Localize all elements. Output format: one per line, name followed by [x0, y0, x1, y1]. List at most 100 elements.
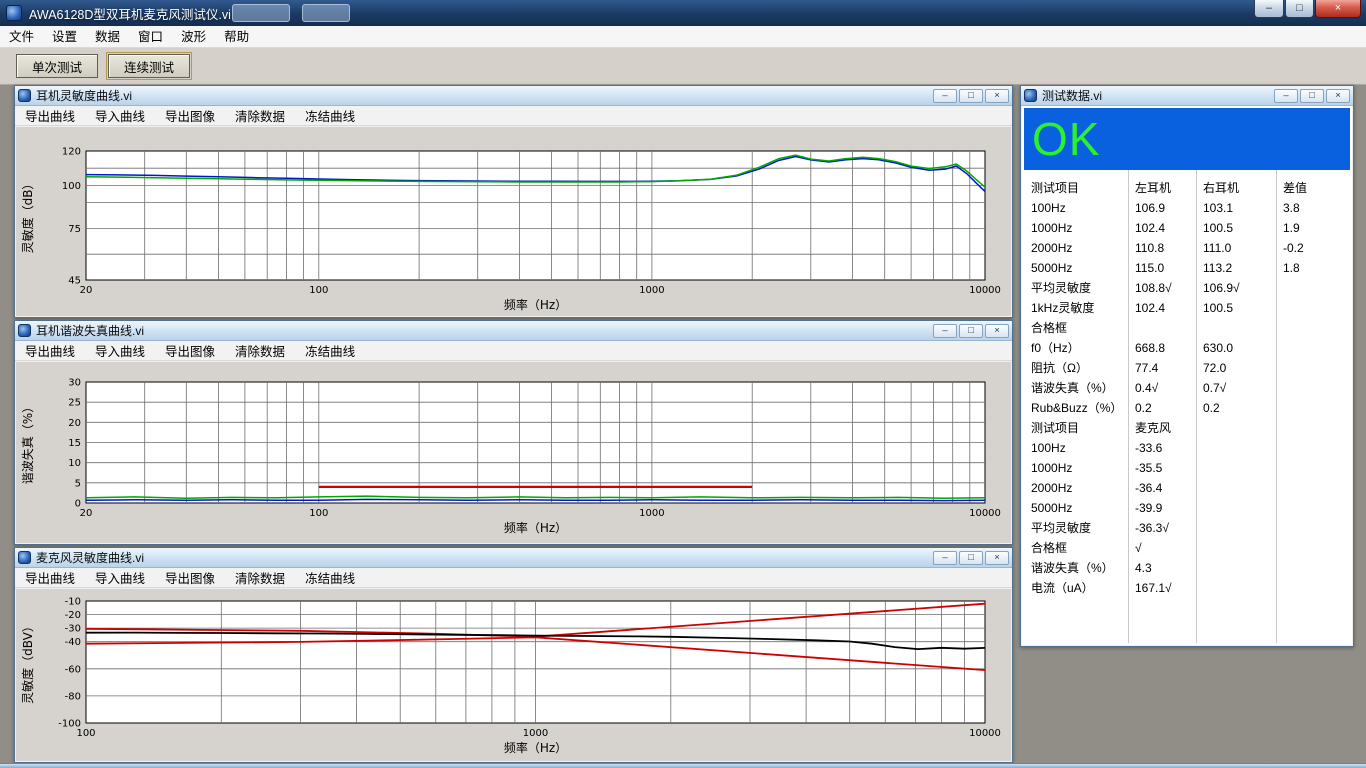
menu-export-image[interactable]: 导出图像	[155, 568, 225, 587]
table-cell: 合格框	[1024, 538, 1128, 558]
table-cell: 麦克风	[1128, 418, 1196, 438]
close-button[interactable]: ×	[1315, 0, 1361, 18]
menu-waveform[interactable]: 波形	[172, 26, 215, 48]
vi-icon	[18, 551, 31, 564]
table-row: 合格框√	[1024, 538, 1350, 558]
svg-text:频率（Hz）: 频率（Hz）	[504, 520, 567, 535]
table-row: Rub&Buzz（%）0.20.2	[1024, 398, 1350, 418]
menu-export-image[interactable]: 导出图像	[155, 106, 225, 125]
menu-export-curve[interactable]: 导出曲线	[15, 341, 85, 360]
table-cell	[1276, 418, 1350, 438]
menu-freeze-curve[interactable]: 冻结曲线	[295, 568, 365, 587]
svg-text:10: 10	[68, 458, 81, 469]
minimize-button[interactable]: –	[933, 551, 957, 565]
svg-text:120: 120	[62, 147, 81, 158]
table-cell: -36.3√	[1128, 518, 1196, 538]
menu-settings[interactable]: 设置	[43, 26, 86, 48]
window-titlebar[interactable]: 耳机灵敏度曲线.vi – □ ×	[15, 86, 1012, 106]
menu-clear-data[interactable]: 清除数据	[225, 568, 295, 587]
table-cell: 1000Hz	[1024, 458, 1128, 478]
table-row: 阻抗（Ω）77.472.0	[1024, 358, 1350, 378]
table-cell: 102.4	[1128, 218, 1196, 238]
table-header-cell: 差值	[1276, 178, 1350, 198]
table-row: 1kHz灵敏度102.4100.5	[1024, 298, 1350, 318]
application-window: AWA6128D型双耳机麦克风测试仪.vi – □ × 文件 设置 数据 窗口 …	[0, 0, 1366, 768]
menu-export-curve[interactable]: 导出曲线	[15, 106, 85, 125]
menu-file[interactable]: 文件	[0, 26, 43, 48]
table-cell	[1276, 478, 1350, 498]
table-cell: 0.2	[1196, 398, 1276, 418]
table-header-row: 测试项目左耳机右耳机差值	[1024, 178, 1350, 198]
window-titlebar[interactable]: 耳机谐波失真曲线.vi – □ ×	[15, 321, 1012, 341]
table-cell	[1276, 498, 1350, 518]
svg-text:-30: -30	[65, 624, 81, 635]
svg-text:75: 75	[68, 224, 81, 235]
svg-text:15: 15	[68, 438, 81, 449]
table-cell: 平均灵敏度	[1024, 518, 1128, 538]
table-cell: 5000Hz	[1024, 498, 1128, 518]
maximize-button[interactable]: □	[1285, 0, 1314, 18]
table-cell: 1000Hz	[1024, 218, 1128, 238]
table-cell: Rub&Buzz（%）	[1024, 398, 1128, 418]
menu-help[interactable]: 帮助	[215, 26, 258, 48]
maximize-button[interactable]: □	[1300, 89, 1324, 103]
microphone-sensitivity-chart: -10-20-30-40-60-80-100100100010000频率（Hz）…	[16, 589, 1011, 761]
menu-window[interactable]: 窗口	[129, 26, 172, 48]
window-titlebar[interactable]: 麦克风灵敏度曲线.vi – □ ×	[15, 548, 1012, 568]
table-cell	[1196, 418, 1276, 438]
menu-data[interactable]: 数据	[86, 26, 129, 48]
menu-clear-data[interactable]: 清除数据	[225, 341, 295, 360]
svg-text:100: 100	[309, 285, 328, 296]
vi-icon	[1024, 89, 1037, 102]
main-titlebar[interactable]: AWA6128D型双耳机麦克风测试仪.vi – □ ×	[0, 0, 1366, 26]
minimize-button[interactable]: –	[1274, 89, 1298, 103]
close-button[interactable]: ×	[985, 551, 1009, 565]
table-cell	[1196, 498, 1276, 518]
table-cell	[1196, 438, 1276, 458]
menu-freeze-curve[interactable]: 冻结曲线	[295, 341, 365, 360]
minimize-button[interactable]: –	[933, 89, 957, 103]
menu-import-curve[interactable]: 导入曲线	[85, 341, 155, 360]
close-button[interactable]: ×	[1326, 89, 1350, 103]
table-cell: 1.9	[1276, 218, 1350, 238]
menu-import-curve[interactable]: 导入曲线	[85, 106, 155, 125]
table-cell: 0.4√	[1128, 378, 1196, 398]
background-window-ghost	[302, 4, 350, 22]
vi-icon	[18, 324, 31, 337]
app-title: AWA6128D型双耳机麦克风测试仪.vi	[29, 4, 231, 23]
menu-export-curve[interactable]: 导出曲线	[15, 568, 85, 587]
svg-text:10000: 10000	[969, 728, 1001, 739]
svg-text:20: 20	[68, 418, 81, 429]
svg-text:1000: 1000	[523, 728, 548, 739]
table-row: 合格框	[1024, 318, 1350, 338]
table-cell: 110.8	[1128, 238, 1196, 258]
table-cell	[1276, 398, 1350, 418]
close-button[interactable]: ×	[985, 89, 1009, 103]
maximize-button[interactable]: □	[959, 551, 983, 565]
status-ok-text: OK	[1032, 116, 1100, 162]
close-button[interactable]: ×	[985, 324, 1009, 338]
chart-menubar: 导出曲线 导入曲线 导出图像 清除数据 冻结曲线	[15, 341, 1012, 361]
menu-import-curve[interactable]: 导入曲线	[85, 568, 155, 587]
menu-export-image[interactable]: 导出图像	[155, 341, 225, 360]
minimize-button[interactable]: –	[933, 324, 957, 338]
table-cell: √	[1128, 538, 1196, 558]
continuous-test-button[interactable]: 连续测试	[108, 54, 190, 78]
table-cell: 谐波失真（%）	[1024, 558, 1128, 578]
svg-text:-80: -80	[65, 691, 81, 702]
table-row: 谐波失真（%）0.4√0.7√	[1024, 378, 1350, 398]
table-cell: 167.1√	[1128, 578, 1196, 598]
taskbar-edge[interactable]	[0, 763, 1366, 768]
table-cell: -36.4	[1128, 478, 1196, 498]
window-titlebar[interactable]: 测试数据.vi – □ ×	[1021, 86, 1353, 106]
menu-freeze-curve[interactable]: 冻结曲线	[295, 106, 365, 125]
minimize-button[interactable]: –	[1254, 0, 1284, 18]
maximize-button[interactable]: □	[959, 89, 983, 103]
single-test-button[interactable]: 单次测试	[16, 54, 98, 78]
table-cell: 100.5	[1196, 218, 1276, 238]
table-cell	[1128, 318, 1196, 338]
menu-clear-data[interactable]: 清除数据	[225, 106, 295, 125]
table-cell: 4.3	[1128, 558, 1196, 578]
table-header-cell: 测试项目	[1024, 178, 1128, 198]
maximize-button[interactable]: □	[959, 324, 983, 338]
